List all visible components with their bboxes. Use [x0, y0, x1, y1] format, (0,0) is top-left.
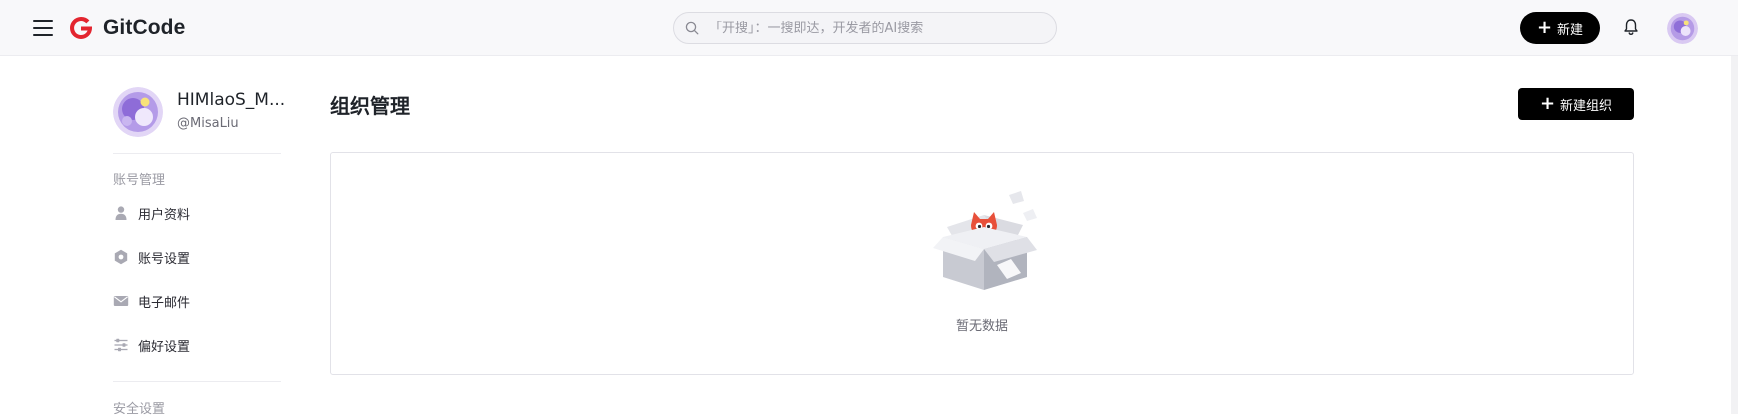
gitcode-logo-icon [70, 16, 92, 39]
sliders-icon [114, 338, 128, 352]
sidebar-item-label: 偏好设置 [138, 339, 191, 355]
sidebar-item-account-settings[interactable]: 账号设置 [113, 242, 281, 272]
user-icon [115, 206, 127, 220]
plus-icon: + [1539, 93, 1556, 114]
sidebar-item-email[interactable]: 电子邮件 [113, 286, 281, 316]
profile-handle: @MisaLiu [177, 116, 239, 131]
organization-list-panel: 暂无数据 [330, 152, 1634, 375]
page-scrollbar[interactable] [1731, 56, 1738, 414]
empty-box-icon [933, 191, 1037, 290]
gear-icon [114, 249, 128, 265]
menu-icon[interactable] [33, 18, 55, 38]
sidebar-item-preferences[interactable]: 偏好设置 [113, 330, 281, 360]
new-button[interactable]: + 新建 [1520, 12, 1600, 44]
sidebar-item-label: 账号设置 [138, 251, 191, 267]
global-search-box[interactable] [673, 12, 1057, 44]
plus-icon: + [1536, 17, 1553, 38]
avatar-image [1667, 13, 1698, 44]
sidebar-item-label: 电子邮件 [138, 295, 191, 311]
new-button-label: 新建 [1557, 22, 1584, 38]
sidebar-divider [113, 381, 281, 382]
top-navigation-bar: GitCode + 新建 [0, 0, 1738, 56]
mail-icon [113, 296, 129, 306]
profile-name: HIMlaoS_M... [177, 90, 286, 110]
sidebar-divider [113, 153, 281, 154]
sidebar-item-profile[interactable]: 用户资料 [113, 198, 281, 228]
sidebar-section-security: 安全设置 [113, 402, 166, 417]
sidebar-item-label: 用户资料 [138, 207, 191, 223]
empty-state-text: 暂无数据 [955, 319, 1008, 334]
logo-text: GitCode [103, 16, 186, 39]
user-avatar[interactable] [1667, 13, 1698, 44]
new-organization-button[interactable]: + 新建组织 [1518, 88, 1634, 120]
page-title: 组织管理 [330, 94, 410, 118]
gitcode-logo[interactable]: GitCode [68, 14, 185, 42]
sidebar-section-account: 账号管理 [113, 173, 166, 188]
profile-avatar [113, 87, 163, 137]
bell-icon[interactable] [1621, 17, 1641, 37]
search-icon [685, 21, 699, 35]
profile-avatar-image [113, 87, 163, 137]
search-input[interactable] [709, 20, 1029, 36]
new-organization-label: 新建组织 [1560, 98, 1613, 114]
